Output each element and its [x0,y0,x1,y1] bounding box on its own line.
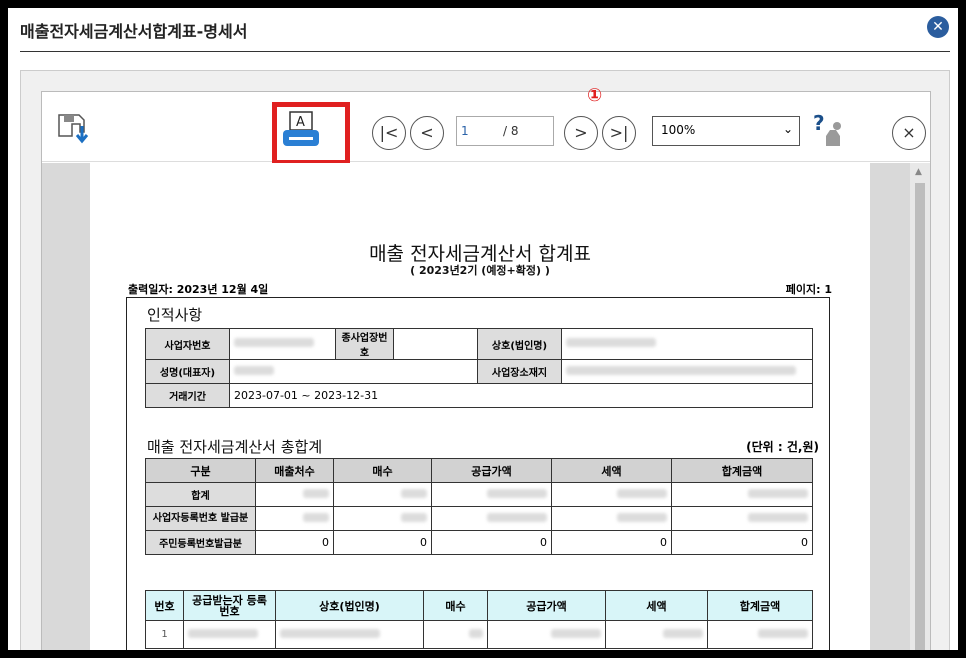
summary-cell [551,506,672,531]
document-area: 매출 전자세금계산서 합계표 ( 2023년2기 (예정+확정) ) 출력일자:… [42,163,930,650]
next-page-button[interactable]: > [564,116,598,150]
value-period: 2023-07-01 ~ 2023-12-31 [229,383,813,408]
dialog-window: 매출전자세금계산서합계표-명세서 ✕ A ① |< < 1 / 8 > >| 1… [8,8,958,650]
dialog-title: 매출전자세금계산서합계표-명세서 [20,22,248,41]
detail-header: 공급가액 [487,590,606,621]
value-name [229,359,478,384]
zoom-value: 100% [661,123,696,137]
zoom-select[interactable]: 100% ⌄ [652,116,800,146]
svg-text:?: ? [813,112,825,135]
value-address [561,359,813,384]
summary-cell [671,482,813,507]
summary-cell [255,482,334,507]
detail-header: 상호(법인명) [275,590,424,621]
summary-header: 매출처수 [255,458,334,483]
summary-header: 매수 [333,458,432,483]
help-icon[interactable]: ? [812,111,848,148]
chevron-down-icon: ⌄ [782,122,793,136]
report-subtitle: ( 2023년2기 (예정+확정) ) [410,264,550,277]
personal-info-table: 사업자번호 종사업장번호 상호(법인명) 성명(대표자) 사업장소재지 거래기간… [145,328,813,408]
report-viewer-frame: A ① |< < 1 / 8 > >| 100% ⌄ ? × 매출 전자세금계산… [20,70,950,650]
summary-cell [551,482,672,507]
report-content-frame: 인적사항 사업자번호 종사업장번호 상호(법인명) 성명(대표자) 사업장소재지… [126,297,830,650]
detail-cell [423,620,488,649]
section-personal-info: 인적사항 [147,306,203,324]
detail-cell [707,620,813,649]
detail-header: 세액 [605,590,708,621]
table-row: 1 [145,620,813,649]
summary-cell [431,482,552,507]
detail-header: 합계금액 [707,590,813,621]
close-icon[interactable]: ✕ [927,16,949,38]
total-pages: / 8 [503,124,519,138]
label-name: 성명(대표자) [145,359,230,384]
summary-row-label: 합계 [145,482,256,507]
print-date: 출력일자: 2023년 12월 4일 [128,283,269,296]
summary-table: 구분 매출처수 매수 공급가액 세액 합계금액 합계 사업자등록번호 발급분 주… [145,458,813,555]
summary-cell: 0 [551,530,672,555]
detail-cell [183,620,276,649]
detail-header: 공급받는자 등록번호 [183,590,276,621]
value-sub-biz [393,328,478,360]
value-biz-no [229,328,336,360]
vertical-scrollbar[interactable]: ▲ [910,163,930,650]
scroll-up-icon[interactable]: ▲ [915,167,922,177]
label-biz-no: 사업자번호 [145,328,230,360]
prev-page-button[interactable]: < [410,116,444,150]
print-highlight-box: ① [272,85,602,165]
detail-cell [275,620,424,649]
summary-header: 구분 [145,458,256,483]
value-company [561,328,813,360]
title-divider [20,51,950,52]
label-company: 상호(법인명) [477,328,562,360]
summary-cell: 0 [431,530,552,555]
label-sub-biz: 종사업장번호 [335,328,394,360]
label-period: 거래기간 [145,383,230,408]
summary-cell: 0 [671,530,813,555]
save-download-icon[interactable] [56,112,92,148]
last-page-button[interactable]: >| [602,116,636,150]
first-page-button[interactable]: |< [372,116,406,150]
unit-label: (단위 : 건,원) [746,440,819,454]
page-number-input[interactable]: 1 / 8 [456,116,554,146]
summary-header: 공급가액 [431,458,552,483]
detail-header: 매수 [423,590,488,621]
section-summary: 매출 전자세금계산서 총합계 [147,438,323,456]
scroll-thumb[interactable] [915,183,925,650]
summary-cell [333,506,432,531]
current-page: 1 [461,124,469,138]
detail-row-number: 1 [145,620,184,649]
close-viewer-button[interactable]: × [892,116,926,150]
page-number-label: 페이지: 1 [785,283,832,296]
summary-cell [333,482,432,507]
viewer-toolbar: A ① |< < 1 / 8 > >| 100% ⌄ ? × [42,85,930,165]
detail-table: 번호 공급받는자 등록번호 상호(법인명) 매수 공급가액 세액 합계금액 1 [145,590,813,649]
summary-row-label: 주민등록번호발급분 [145,530,256,555]
summary-cell [255,506,334,531]
report-page: 매출 전자세금계산서 합계표 ( 2023년2기 (예정+확정) ) 출력일자:… [90,163,870,650]
summary-cell [431,506,552,531]
detail-header: 번호 [145,590,184,621]
summary-row-label: 사업자등록번호 발급분 [145,506,256,531]
detail-cell [487,620,606,649]
summary-header: 세액 [551,458,672,483]
summary-header: 합계금액 [671,458,813,483]
detail-cell [605,620,708,649]
label-address: 사업장소재지 [477,359,562,384]
summary-cell: 0 [333,530,432,555]
summary-cell: 0 [255,530,334,555]
report-viewer: A ① |< < 1 / 8 > >| 100% ⌄ ? × 매출 전자세금계산… [41,85,931,650]
summary-cell [671,506,813,531]
annotation-number: ① [587,85,603,106]
